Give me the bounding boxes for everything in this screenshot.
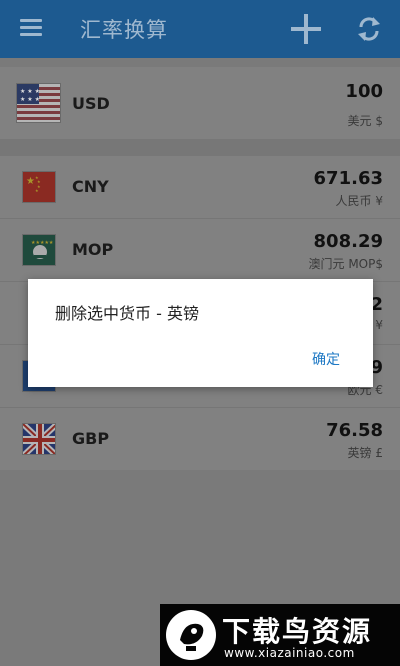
- currency-name: 英镑 £: [347, 446, 383, 460]
- gb-flag-icon: [22, 423, 56, 455]
- base-currency-name: 美元 $: [347, 114, 383, 128]
- svg-text:★★★★★: ★★★★★: [31, 240, 54, 246]
- currency-code: MOP: [72, 240, 114, 259]
- currency-amount: 671.63: [313, 168, 383, 189]
- app-bar: 汇率换算: [0, 0, 400, 58]
- confirm-button[interactable]: 确定: [312, 349, 340, 369]
- dialog-message: 删除选中货币 - 英镑: [55, 304, 199, 323]
- currency-name: ¥: [375, 318, 383, 332]
- base-currency-row[interactable]: ★ ★ ★ ★ ★ ★ USD 100 美元 $: [0, 67, 400, 139]
- mo-flag-icon: ★★★★★: [22, 234, 56, 266]
- currency-row-cny[interactable]: ★ ★ ★ ★ ★ CNY 671.63 人民币 ¥: [0, 156, 400, 219]
- watermark-banner: 下载鸟资源 www.xiazainiao.com: [160, 604, 400, 666]
- base-currency-code: USD: [72, 94, 110, 113]
- currency-code: CNY: [72, 177, 109, 196]
- section-divider: [0, 139, 400, 156]
- svg-text:★: ★: [26, 176, 35, 187]
- watermark-title: 下载鸟资源: [222, 615, 373, 648]
- currency-row-mop[interactable]: ★★★★★ MOP 808.29 澳门元 MOP$: [0, 219, 400, 282]
- delete-confirm-dialog: 删除选中货币 - 英镑 确定: [28, 279, 373, 387]
- currency-amount: 808.29: [313, 231, 383, 252]
- currency-amount: 76.58: [326, 420, 383, 441]
- currency-name: 人民币 ¥: [335, 194, 383, 208]
- refresh-icon[interactable]: [354, 14, 384, 44]
- currency-code: GBP: [72, 429, 110, 448]
- svg-text:★ ★ ★: ★ ★ ★: [20, 88, 40, 95]
- cn-flag-icon: ★ ★ ★ ★ ★: [22, 171, 56, 203]
- app-title: 汇率换算: [80, 18, 168, 42]
- us-flag-icon: ★ ★ ★ ★ ★ ★: [16, 83, 61, 123]
- bird-logo-icon: [166, 610, 216, 660]
- currency-row-gbp[interactable]: GBP 76.58 英镑 £: [0, 408, 400, 471]
- svg-text:★: ★: [35, 188, 39, 193]
- currency-name: 澳门元 MOP$: [308, 257, 384, 271]
- add-icon[interactable]: [291, 14, 321, 44]
- svg-text:★ ★ ★: ★ ★ ★: [20, 96, 40, 103]
- menu-icon[interactable]: [20, 19, 42, 37]
- watermark-url: www.xiazainiao.com: [224, 646, 355, 660]
- base-amount[interactable]: 100: [345, 81, 383, 102]
